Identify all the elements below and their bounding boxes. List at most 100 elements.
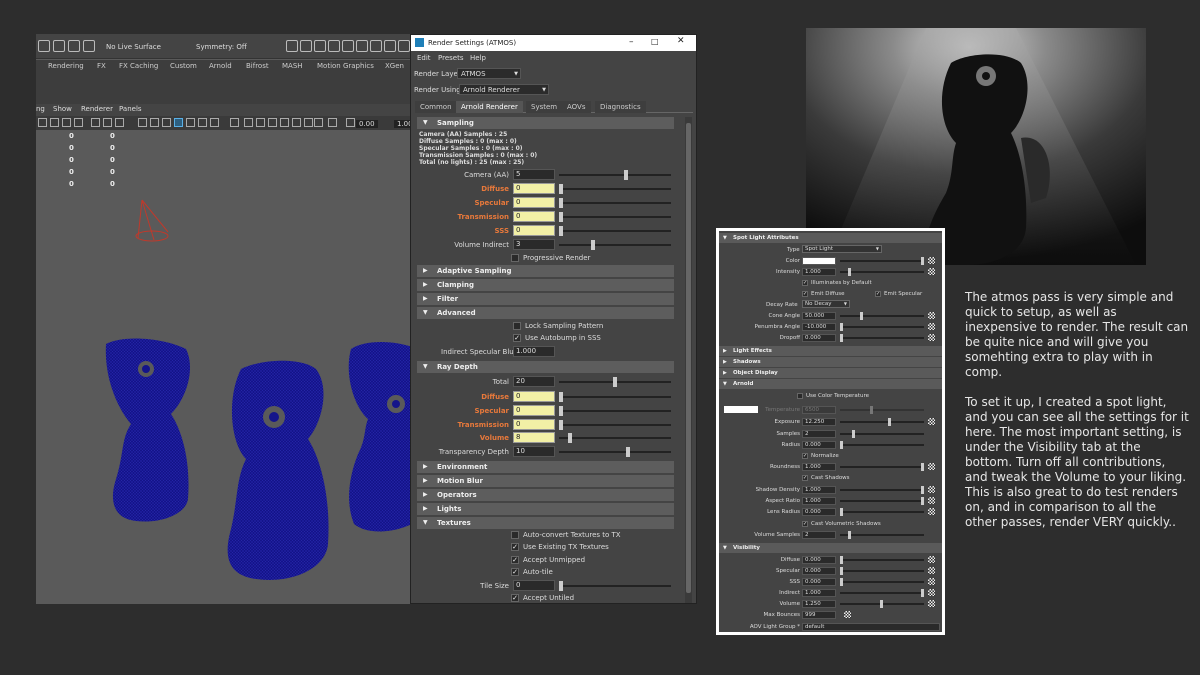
slider-knob[interactable] [559, 581, 563, 591]
roundness-field[interactable]: 1.000 [802, 463, 836, 471]
section-shadows[interactable]: ▶ Shadows [719, 357, 942, 367]
slider-knob[interactable] [840, 441, 843, 449]
map-button-icon[interactable] [928, 600, 935, 607]
shelf-tab-mash[interactable]: MASH [282, 62, 303, 70]
shelf-tab-motion-graphics[interactable]: Motion Graphics [317, 62, 374, 70]
map-button-icon[interactable] [928, 323, 935, 330]
slider-knob[interactable] [559, 226, 563, 236]
close-icon[interactable]: ✕ [677, 36, 685, 46]
snap-point-icon[interactable] [68, 40, 80, 52]
wireframe-meshes[interactable] [96, 329, 412, 599]
section-motion-blur[interactable]: ▶ Motion Blur [417, 475, 674, 487]
panel-menu-show[interactable]: Show [53, 105, 72, 113]
isolate-icon[interactable] [280, 118, 289, 127]
wireframe-icon[interactable] [138, 118, 147, 127]
render-icon[interactable] [286, 40, 298, 52]
volume-indirect-field[interactable]: 3 [513, 239, 555, 250]
ray-transmission-slider[interactable] [559, 420, 671, 430]
slider-knob[interactable] [591, 240, 595, 250]
shadow-density-field[interactable]: 1.000 [802, 486, 836, 494]
camera-aa-field[interactable]: 5 [513, 169, 555, 180]
menu-presets[interactable]: Presets [438, 54, 463, 62]
tab-common[interactable]: Common [415, 101, 457, 113]
sss-field[interactable]: 0 [513, 225, 555, 236]
ray-transmission-field[interactable]: 0 [513, 419, 555, 430]
slider-knob[interactable] [626, 447, 630, 457]
ray-volume-field[interactable]: 8 [513, 432, 555, 443]
shelf-tab-fx[interactable]: FX [97, 62, 106, 70]
map-button-icon[interactable] [928, 268, 935, 275]
type-dropdown[interactable]: Spot Light ▼ [802, 245, 882, 253]
xray-icon[interactable] [186, 118, 195, 127]
transmission-slider[interactable] [559, 212, 671, 222]
minimize-icon[interactable]: – [629, 37, 634, 47]
use-color-temperature-checkbox[interactable] [797, 393, 803, 399]
scrollbar-thumb[interactable] [686, 123, 691, 593]
vis-diffuse-field[interactable]: 0.000 [802, 556, 836, 564]
slider-knob[interactable] [921, 589, 924, 597]
map-button-icon[interactable] [844, 611, 851, 618]
slider-knob[interactable] [921, 497, 924, 505]
slider-knob[interactable] [852, 430, 855, 438]
camera-icon[interactable] [38, 118, 47, 127]
light-editor-icon[interactable] [342, 40, 354, 52]
slider-knob[interactable] [848, 268, 851, 276]
textured-icon[interactable] [162, 118, 171, 127]
slider-knob[interactable] [613, 377, 617, 387]
slider-knob[interactable] [840, 567, 843, 575]
xray-active-icon[interactable] [304, 118, 313, 127]
ray-specular-slider[interactable] [559, 406, 671, 416]
vis-volume-slider[interactable] [840, 600, 924, 608]
section-filter[interactable]: ▶ Filter [417, 293, 674, 305]
vis-diffuse-slider[interactable] [840, 556, 924, 564]
cast-shadows-checkbox[interactable]: ✓ [802, 475, 808, 481]
shadow-density-slider[interactable] [840, 486, 924, 494]
slider-knob[interactable] [840, 334, 843, 342]
cone-angle-slider[interactable] [840, 312, 924, 320]
grid-toggle-icon[interactable] [91, 118, 100, 127]
map-button-icon[interactable] [928, 463, 935, 470]
transparency-depth-field[interactable]: 10 [513, 446, 555, 457]
panel-menu-shading[interactable]: ng [36, 105, 45, 113]
dropoff-field[interactable]: 0.000 [802, 334, 836, 342]
decay-rate-dropdown[interactable]: No Decay ▼ [802, 300, 850, 308]
exposure-field[interactable]: 12.250 [802, 418, 836, 426]
aov-light-group-field[interactable]: default [802, 623, 940, 631]
hypershade-icon[interactable] [328, 40, 340, 52]
map-button-icon[interactable] [928, 334, 935, 341]
section-operators[interactable]: ▶ Operators [417, 489, 674, 501]
indirect-specular-blur-field[interactable]: 1.000 [513, 346, 555, 357]
camera-aa-slider[interactable] [559, 170, 671, 180]
map-button-icon[interactable] [928, 589, 935, 596]
slider-knob[interactable] [559, 198, 563, 208]
pause-icon[interactable] [398, 40, 410, 52]
vis-indirect-field[interactable]: 1.000 [802, 589, 836, 597]
use-lights-icon[interactable] [198, 118, 207, 127]
lock-sampling-checkbox[interactable] [513, 322, 521, 330]
ray-volume-slider[interactable] [559, 433, 671, 443]
slider-knob[interactable] [559, 212, 563, 222]
specular-slider[interactable] [559, 198, 671, 208]
map-button-icon[interactable] [928, 567, 935, 574]
auto-tile-checkbox[interactable]: ✓ [511, 568, 519, 576]
max-bounces-field[interactable]: 999 [802, 611, 836, 619]
vis-specular-slider[interactable] [840, 567, 924, 575]
section-adaptive-sampling[interactable]: ▶ Adaptive Sampling [417, 265, 674, 277]
render-settings-icon[interactable] [314, 40, 326, 52]
slider-knob[interactable] [559, 420, 563, 430]
vis-sss-field[interactable]: 0.000 [802, 578, 836, 586]
section-sampling[interactable]: ▼ Sampling [417, 117, 674, 129]
slider-knob[interactable] [559, 392, 563, 402]
aspect-ratio-field[interactable]: 1.000 [802, 497, 836, 505]
section-arnold[interactable]: ▼ Arnold [719, 379, 942, 389]
tile-size-field[interactable]: 0 [513, 580, 555, 591]
shelf-tab-custom[interactable]: Custom [170, 62, 197, 70]
section-object-display[interactable]: ▶ Object Display [719, 368, 942, 378]
close-icon[interactable] [370, 40, 382, 52]
gamma-icon[interactable] [346, 118, 355, 127]
map-button-icon[interactable] [928, 418, 935, 425]
map-button-icon[interactable] [928, 556, 935, 563]
accept-unmipped-checkbox[interactable]: ✓ [511, 556, 519, 564]
vis-indirect-slider[interactable] [840, 589, 924, 597]
samples-field[interactable]: 2 [802, 430, 836, 438]
